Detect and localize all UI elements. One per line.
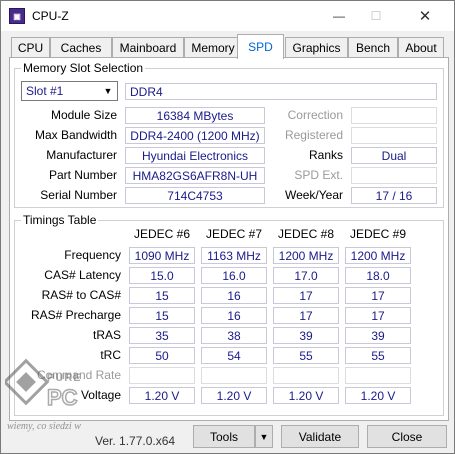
registered-label: Registered: [284, 128, 343, 142]
tools-dropdown-button[interactable]: ▼: [255, 425, 273, 448]
tab-spd[interactable]: SPD: [237, 34, 284, 59]
tab-graphics[interactable]: Graphics: [285, 37, 348, 58]
version-text: Ver. 1.77.0.x64: [95, 434, 176, 448]
timing-row-label: Voltage: [80, 388, 121, 402]
max-bandwidth-value: DDR4-2400 (1200 MHz): [125, 127, 265, 144]
timing-cell: 1200 MHz: [273, 247, 339, 264]
timing-column-header: JEDEC #8: [277, 227, 335, 241]
tab-mainboard[interactable]: Mainboard: [112, 37, 184, 58]
chevron-down-icon[interactable]: ▼: [99, 82, 117, 100]
manufacturer-value: Hyundai Electronics: [125, 147, 265, 164]
timing-cell: [201, 367, 267, 384]
window-title: CPU-Z: [32, 9, 69, 23]
timing-cell: 39: [345, 327, 411, 344]
timing-cell: 16: [201, 307, 267, 324]
timing-row-label: Command Rate: [36, 368, 121, 382]
part-number-label: Part Number: [48, 168, 117, 182]
timing-cell: 1.20 V: [129, 387, 195, 404]
timing-row-label: RAS# Precharge: [30, 308, 121, 322]
tab-memory[interactable]: Memory: [184, 37, 242, 58]
timing-column-header: JEDEC #6: [133, 227, 191, 241]
timing-cell: 39: [273, 327, 339, 344]
timing-row-label: tRAS: [92, 328, 121, 342]
chevron-down-icon: ▼: [259, 431, 269, 442]
spd-panel: Memory Slot Selection Slot #1 ▼ DDR4 Mod…: [9, 57, 449, 421]
timing-cell: 17: [273, 287, 339, 304]
timing-cell: 1163 MHz: [201, 247, 267, 264]
timing-row-label: CAS# Latency: [44, 268, 121, 282]
timing-cell: 55: [273, 347, 339, 364]
max-bandwidth-label: Max Bandwidth: [34, 128, 117, 142]
close-window-button[interactable]: ✕: [402, 1, 448, 31]
timing-cell: 15: [129, 287, 195, 304]
timing-row-label: Frequency: [64, 248, 121, 262]
ranks-value: Dual: [351, 147, 437, 164]
maximize-button[interactable]: ☐: [353, 1, 399, 31]
timing-cell: 54: [201, 347, 267, 364]
timing-cell: [129, 367, 195, 384]
timings-group: Timings Table JEDEC #6 JEDEC #7 JEDEC #8…: [14, 213, 444, 416]
module-size-value: 16384 MBytes: [125, 107, 265, 124]
week-year-label: Week/Year: [284, 188, 343, 202]
timing-cell: [273, 367, 339, 384]
timing-cell: 1.20 V: [345, 387, 411, 404]
timing-cell: 35: [129, 327, 195, 344]
timing-cell: 1.20 V: [201, 387, 267, 404]
close-button[interactable]: Close: [367, 425, 447, 448]
timings-group-title: Timings Table: [21, 213, 99, 227]
serial-number-label: Serial Number: [40, 188, 117, 202]
tab-bench[interactable]: Bench: [348, 37, 398, 58]
timing-cell: [345, 367, 411, 384]
timing-cell: 16.0: [201, 267, 267, 284]
title-bar: ▣ CPU-Z — ☐ ✕: [1, 1, 454, 31]
timing-cell: 55: [345, 347, 411, 364]
part-number-value: HMA82GS6AFR8N-UH: [125, 167, 265, 184]
timing-cell: 38: [201, 327, 267, 344]
timing-cell: 17: [273, 307, 339, 324]
correction-value: [351, 107, 437, 124]
cpuz-app-icon: ▣: [9, 8, 25, 24]
timing-cell: 18.0: [345, 267, 411, 284]
spd-ext-label: SPD Ext.: [294, 168, 343, 182]
memory-slot-group: Memory Slot Selection Slot #1 ▼ DDR4 Mod…: [14, 61, 444, 208]
module-size-label: Module Size: [50, 108, 117, 122]
timing-cell: 16: [201, 287, 267, 304]
memory-slot-group-title: Memory Slot Selection: [21, 61, 146, 75]
timing-cell: 1090 MHz: [129, 247, 195, 264]
tools-button[interactable]: Tools: [193, 425, 255, 448]
timing-cell: 1.20 V: [273, 387, 339, 404]
timing-cell: 50: [129, 347, 195, 364]
timing-cell: 15.0: [129, 267, 195, 284]
timing-cell: 17: [345, 287, 411, 304]
timing-cell: 17.0: [273, 267, 339, 284]
slot-select-value: Slot #1: [26, 84, 64, 98]
timing-column-header: JEDEC #7: [205, 227, 263, 241]
spd-ext-value: [351, 167, 437, 184]
memory-type-value: DDR4: [125, 83, 437, 100]
week-year-value: 17 / 16: [351, 187, 437, 204]
validate-button[interactable]: Validate: [281, 425, 359, 448]
slot-select[interactable]: Slot #1 ▼: [21, 81, 118, 101]
timing-row-label: tRC: [100, 348, 121, 362]
timing-cell: 15: [129, 307, 195, 324]
timing-cell: 17: [345, 307, 411, 324]
tab-cpu[interactable]: CPU: [11, 37, 50, 58]
correction-label: Correction: [287, 108, 343, 122]
ranks-label: Ranks: [308, 148, 343, 162]
timing-cell: 1200 MHz: [345, 247, 411, 264]
manufacturer-label: Manufacturer: [46, 148, 117, 162]
serial-number-value: 714C4753: [125, 187, 265, 204]
timing-column-header: JEDEC #9: [349, 227, 407, 241]
tab-about[interactable]: About: [398, 37, 444, 58]
tab-caches[interactable]: Caches: [50, 37, 112, 58]
footer-bar: Ver. 1.77.0.x64 Tools ▼ Validate Close: [1, 421, 454, 454]
registered-value: [351, 127, 437, 144]
tab-bar: CPU Caches Mainboard Memory SPD Graphics…: [9, 34, 449, 59]
timing-row-label: RAS# to CAS#: [41, 288, 121, 302]
cpuz-window: ▣ CPU-Z — ☐ ✕ CPU Caches Mainboard Memor…: [0, 0, 455, 454]
